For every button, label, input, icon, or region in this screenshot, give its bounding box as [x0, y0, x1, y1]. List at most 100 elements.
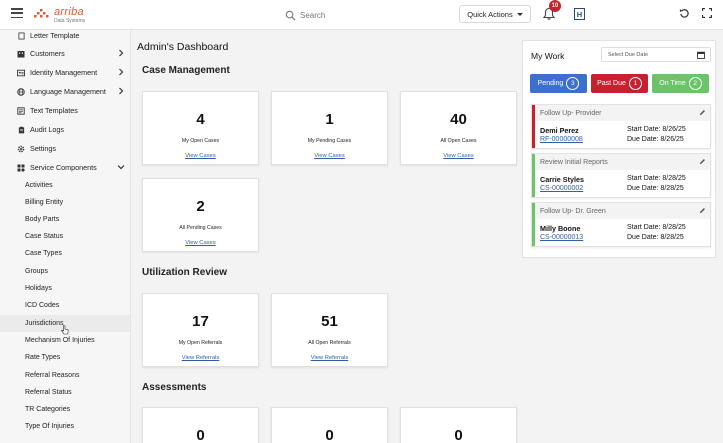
clipboard-icon [17, 126, 25, 134]
sidebar-item-label: Settings [30, 144, 56, 153]
card-value: 4 [196, 111, 205, 128]
work-item-name: Milly Boone [540, 224, 581, 233]
status-bar [532, 105, 535, 148]
profile-button[interactable]: H [574, 8, 585, 20]
sidebar-item-label: Language Management [30, 87, 106, 96]
card-value: 1 [325, 111, 334, 128]
sidebar-subitem-groups[interactable]: Groups [0, 263, 130, 280]
card-label: All Open Referrals [308, 340, 351, 346]
chevron-right-icon [119, 87, 124, 95]
status-bar [532, 203, 535, 246]
sidebar-item-label: Identity Management [30, 68, 98, 77]
sidebar-subitem-icd-codes[interactable]: ICD Codes [0, 297, 130, 314]
edit-icon[interactable] [699, 158, 706, 165]
view-cases-link[interactable]: View Cases [143, 153, 258, 159]
document-icon [17, 32, 25, 40]
work-item-start-date: Start Date: 8/28/25 [627, 224, 686, 231]
sidebar-subitem-case-status[interactable]: Case Status [0, 228, 130, 245]
building-icon [17, 50, 25, 58]
fullscreen-icon[interactable] [702, 8, 712, 18]
card-value: 17 [192, 313, 209, 330]
quick-actions-button[interactable]: Quick Actions [459, 5, 531, 23]
sidebar-item-identity-management[interactable]: Identity Management [0, 64, 130, 81]
view-cases-link[interactable]: View Cases [143, 240, 258, 246]
edit-icon[interactable] [699, 109, 706, 116]
work-item-header: Follow Up- Dr. Green [532, 203, 710, 219]
work-item-ref-link[interactable]: CS-00000002 [540, 185, 583, 192]
past-due-filter-button[interactable]: Past Due 1 [591, 74, 648, 93]
search-bar [285, 7, 435, 23]
due-date-picker[interactable]: Select Due Date [601, 47, 711, 62]
quick-actions-label: Quick Actions [467, 9, 513, 19]
calendar-icon[interactable] [697, 51, 705, 59]
card-value: 2 [196, 198, 205, 215]
work-item-ref-link[interactable]: CS-00000013 [540, 234, 583, 241]
my-work-panel: My Work Select Due Date Pending 3 Past D… [522, 40, 716, 258]
view-cases-link[interactable]: View Cases [401, 153, 516, 159]
pill-count: 2 [688, 77, 702, 90]
pill-label: Past Due [597, 80, 626, 87]
id-card-icon [17, 69, 25, 77]
sidebar-item-settings[interactable]: Settings [0, 140, 130, 157]
my-pending-cases-card: 1 My Pending Cases View Cases [271, 91, 388, 165]
card-value: 0 [325, 427, 334, 443]
work-item-card[interactable]: Review Initial Reports Carrie Styles CS-… [531, 153, 711, 198]
sidebar-item-label: Letter Template [30, 31, 80, 40]
logo[interactable]: arriba Data Systems [33, 6, 85, 24]
refresh-icon[interactable] [679, 8, 690, 19]
search-icon [285, 10, 296, 21]
work-item-ref-link[interactable]: RF-00000008 [540, 136, 583, 143]
card-label: All Pending Cases [179, 225, 222, 231]
sidebar-subitem-activities[interactable]: Activities [0, 177, 130, 194]
sidebar-item-language-management[interactable]: Language Management [0, 83, 130, 100]
components-icon [17, 164, 25, 172]
sidebar-subitem-tr-categories[interactable]: TR Categories [0, 401, 130, 418]
search-input[interactable] [300, 10, 420, 20]
assessment-card: 0 [400, 407, 517, 443]
on-time-filter-button[interactable]: On Time 2 [652, 74, 709, 93]
edit-icon[interactable] [699, 207, 706, 214]
sidebar-subitem-referral-reasons[interactable]: Referral Reasons [0, 367, 130, 384]
logo-name: arriba [54, 5, 84, 18]
chevron-right-icon [119, 68, 124, 76]
page-title: Admin's Dashboard [137, 41, 229, 53]
work-item-name: Carrie Styles [540, 175, 584, 184]
sidebar-subitem-holidays[interactable]: Holidays [0, 280, 130, 297]
due-date-placeholder: Select Due Date [608, 51, 649, 58]
work-item-card[interactable]: Follow Up- Dr. Green Milly Boone CS-0000… [531, 202, 711, 247]
sidebar-subitem-referral-status[interactable]: Referral Status [0, 384, 130, 401]
sidebar-subitem-billing-entity[interactable]: Billing Entity [0, 194, 130, 211]
sidebar-item-text-templates[interactable]: Text Templates [0, 102, 130, 119]
sidebar-item-customers[interactable]: Customers [0, 45, 130, 62]
card-value: 0 [454, 427, 463, 443]
my-work-title: My Work [531, 51, 565, 61]
card-value: 51 [321, 313, 338, 330]
pending-filter-button[interactable]: Pending 3 [530, 74, 587, 93]
sidebar-item-letter-template[interactable]: Letter Template [0, 30, 130, 44]
work-item-start-date: Start Date: 8/28/25 [627, 175, 686, 182]
card-label: My Pending Cases [307, 138, 352, 144]
work-item-card[interactable]: Follow Up- Provider Demi Perez RF-000000… [531, 104, 711, 149]
sidebar-subitem-rate-types[interactable]: Rate Types [0, 349, 130, 366]
pill-count: 1 [628, 77, 642, 90]
view-referrals-link[interactable]: View Referrals [143, 355, 258, 361]
sidebar-subitem-type-of-injuries[interactable]: Type Of Injuries [0, 418, 130, 435]
work-item-header: Review Initial Reports [532, 154, 710, 170]
view-cases-link[interactable]: View Cases [272, 153, 387, 159]
work-item-start-date: Start Date: 8/26/25 [627, 126, 686, 133]
sidebar-item-service-components[interactable]: Service Components [0, 159, 130, 176]
view-referrals-link[interactable]: View Referrals [272, 355, 387, 361]
work-item-due-date: Due Date: 8/28/25 [627, 185, 684, 192]
chevron-right-icon [119, 49, 124, 57]
sidebar-item-audit-logs[interactable]: Audit Logs [0, 121, 130, 138]
assessment-card: 0 [142, 407, 259, 443]
my-open-referrals-card: 17 My Open Referrals View Referrals [142, 293, 259, 367]
sidebar-subitem-case-types[interactable]: Case Types [0, 245, 130, 262]
sidebar: Letter Template Customers Identity Manag… [0, 30, 131, 443]
card-label: My Open Cases [181, 138, 220, 144]
card-label: All Open Cases [440, 138, 477, 144]
sidebar-subitem-body-parts[interactable]: Body Parts [0, 211, 130, 228]
logo-subtitle: Data Systems [54, 17, 86, 24]
hamburger-menu-icon[interactable] [11, 8, 23, 20]
notification-badge: 10 [549, 0, 561, 12]
